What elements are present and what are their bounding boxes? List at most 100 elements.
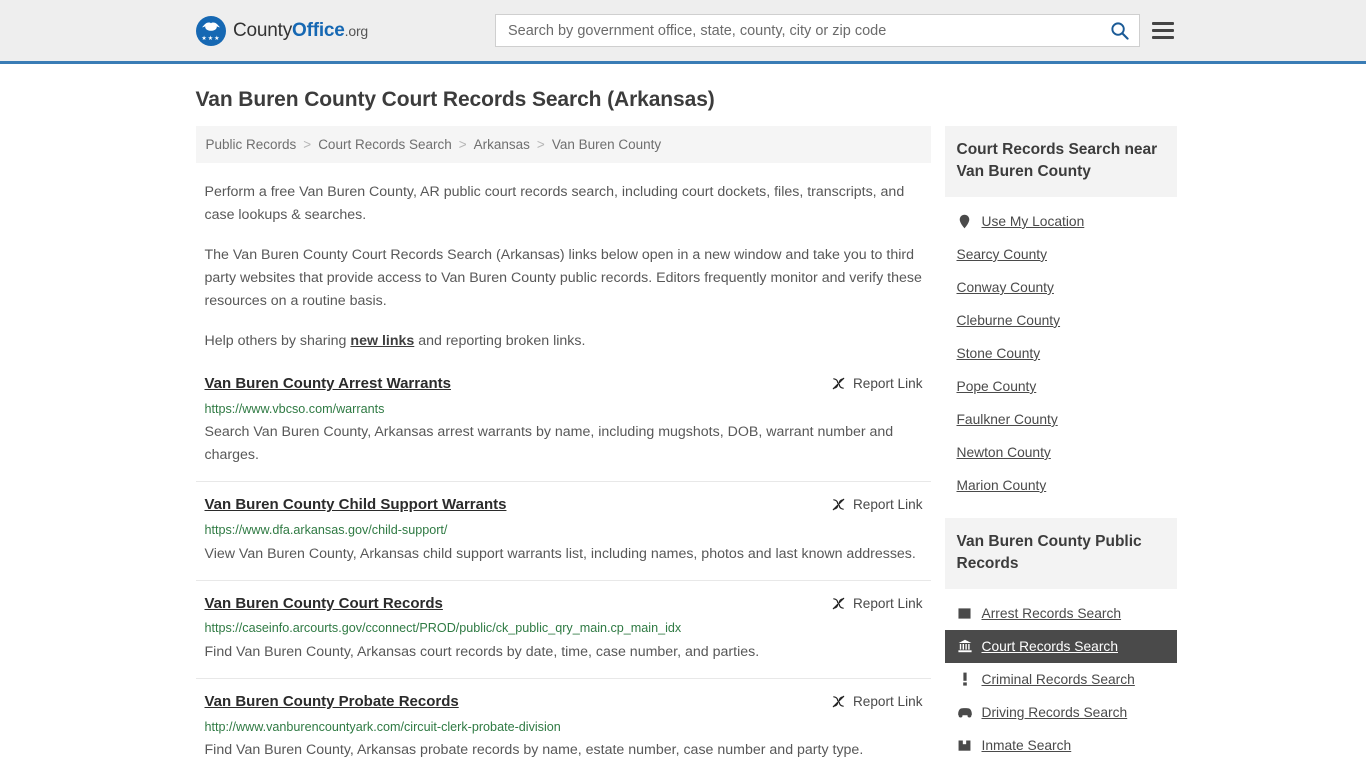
sidebar-item-searcy-county[interactable]: Searcy County [945,238,1177,271]
breadcrumb-item-public-records[interactable]: Public Records [206,137,297,152]
intro-paragraph-1: Perform a free Van Buren County, AR publ… [204,184,905,223]
result-header: Van Buren County Arrest Warrants Report … [205,375,923,394]
hamburger-bar-1 [1152,22,1174,25]
breadcrumb-item-arkansas[interactable]: Arkansas [474,137,530,152]
result-title-link[interactable]: Van Buren County Child Support Warrants [205,496,507,515]
result-header: Van Buren County Court Records Report Li… [205,595,923,614]
result-item: Van Buren County Probate Records Report … [196,693,931,768]
search-input[interactable] [496,15,1099,46]
intro-paragraph-3: Help others by sharing new links and rep… [196,330,931,353]
breadcrumb: Public Records > Court Records Search > … [195,126,931,163]
sidebar-link-label[interactable]: Conway County [957,280,1054,295]
sidebar: Court Records Search near Van Buren Coun… [944,126,1177,768]
breadcrumb-item-van-buren-county[interactable]: Van Buren County [552,137,661,152]
site-logo-text: CountyOffice.org [233,20,368,42]
nearby-search-card: Court Records Search near Van Buren Coun… [944,126,1177,502]
report-link-button[interactable]: Report Link [831,496,923,512]
sidebar-item-faulkner-county[interactable]: Faulkner County [945,403,1177,436]
result-item: Van Buren County Child Support Warrants … [195,496,931,581]
public-records-card: Van Buren County Public Records Arrest R… [944,517,1177,762]
sidebar-link-label[interactable]: Stone County [957,346,1041,361]
sidebar-link-label[interactable]: Court Records Search [982,639,1119,654]
sidebar-link-label[interactable]: Searcy County [957,247,1048,262]
report-link-button[interactable]: Report Link [831,595,923,611]
result-url: http://www.vanburencountyark.com/circuit… [204,719,561,734]
logo-part1: County [233,19,293,41]
report-link-label: Report Link [852,595,923,611]
exclamation-icon [957,672,973,686]
result-header: Van Buren County Probate Records Report … [205,693,923,712]
sidebar-item-cleburne-county[interactable]: Cleburne County [945,304,1177,337]
public-records-heading: Van Buren County Public Records [944,517,1177,589]
stars-glyph: ★★★ [201,35,221,42]
jail-building-icon [957,739,973,752]
site-header: ★★★ CountyOffice.org [0,0,1366,64]
sidebar-link-label[interactable]: Arrest Records Search [982,606,1122,621]
sidebar-link-label[interactable]: Faulkner County [957,412,1058,427]
sidebar-item-court-records-search[interactable]: Court Records Search [944,629,1177,663]
result-description: View Van Buren County, Arkansas child su… [204,545,916,562]
result-title-link[interactable]: Van Buren County Probate Records [205,693,459,712]
result-url: https://www.dfa.arkansas.gov/child-suppo… [204,523,448,538]
sidebar-item-marion-county[interactable]: Marion County [945,469,1177,502]
result-title-link[interactable]: Van Buren County Court Records [205,595,443,614]
sidebar-link-label[interactable]: Driving Records Search [982,705,1128,720]
result-url: https://caseinfo.arcourts.gov/cconnect/P… [204,621,682,636]
eagle-glyph [202,22,220,31]
sidebar-item-pope-county[interactable]: Pope County [945,370,1177,403]
result-description: Find Van Buren County, Arkansas court re… [204,643,760,660]
site-logo[interactable]: ★★★ CountyOffice.org [196,15,368,46]
hamburger-menu-icon[interactable] [1152,22,1174,39]
intro-text: Perform a free Van Buren County, AR publ… [196,181,931,353]
broken-link-icon [832,695,845,708]
sidebar-item-inmate-search[interactable]: Inmate Search [945,729,1177,762]
sidebar-link-label[interactable]: Newton County [957,445,1051,460]
public-records-list: Arrest Records Search Court Records Sear… [944,589,1177,762]
sidebar-link-label[interactable]: Inmate Search [982,738,1072,753]
sidebar-item-arrest-records-search[interactable]: Arrest Records Search [945,597,1177,630]
broken-link-icon [832,597,845,609]
intro-p3-after: and reporting broken links. [414,333,586,349]
search-icon [1110,22,1129,40]
sidebar-link-label[interactable]: Use My Location [982,214,1085,229]
page-body: Van Buren County Court Records Search (A… [0,88,1366,768]
report-link-label: Report Link [852,693,923,709]
content-container: Van Buren County Court Records Search (A… [195,88,1177,768]
result-header: Van Buren County Child Support Warrants … [205,496,923,515]
page-title: Van Buren County Court Records Search (A… [195,88,715,111]
sidebar-item-stone-county[interactable]: Stone County [945,337,1177,370]
breadcrumb-separator: > [536,137,545,152]
breadcrumb-item-court-records-search[interactable]: Court Records Search [318,137,452,152]
hamburger-bar-3 [1152,36,1174,39]
sidebar-item-use-my-location[interactable]: Use My Location [945,205,1177,238]
sidebar-link-label[interactable]: Cleburne County [957,313,1061,328]
sidebar-link-label[interactable]: Pope County [957,379,1037,394]
sidebar-item-newton-county[interactable]: Newton County [945,436,1177,469]
nearby-search-list: Use My Location Searcy County Conway Cou… [945,197,1177,502]
search-button[interactable] [1099,15,1139,46]
sidebar-item-driving-records-search[interactable]: Driving Records Search [945,696,1177,729]
breadcrumb-separator: > [458,137,467,152]
fingerprint-card-icon [957,607,973,620]
intro-p3-before: Help others by sharing [204,333,351,349]
result-title-link[interactable]: Van Buren County Arrest Warrants [205,375,451,394]
map-pin-icon [957,214,973,229]
nearby-search-heading: Court Records Search near Van Buren Coun… [944,126,1177,197]
result-description: Find Van Buren County, Arkansas probate … [204,742,864,758]
main-column: Public Records > Court Records Search > … [195,126,931,768]
report-link-label: Report Link [852,376,923,391]
eagle-seal-icon: ★★★ [196,15,226,46]
result-item: Van Buren County Court Records Report Li… [195,595,931,679]
report-link-button[interactable]: Report Link [831,375,923,391]
broken-link-icon [832,377,845,390]
sidebar-item-conway-county[interactable]: Conway County [945,271,1177,304]
search-bar[interactable] [495,14,1140,47]
intro-paragraph-2: The Van Buren County Court Records Searc… [204,247,922,309]
sidebar-item-criminal-records-search[interactable]: Criminal Records Search [945,663,1177,696]
result-url: https://www.vbcso.com/warrants [204,401,385,416]
report-link-button[interactable]: Report Link [831,693,923,709]
new-links-link[interactable]: new links [350,333,414,349]
sidebar-link-label[interactable]: Criminal Records Search [982,672,1135,687]
sidebar-link-label[interactable]: Marion County [957,478,1047,493]
logo-part2: Office [292,19,345,41]
